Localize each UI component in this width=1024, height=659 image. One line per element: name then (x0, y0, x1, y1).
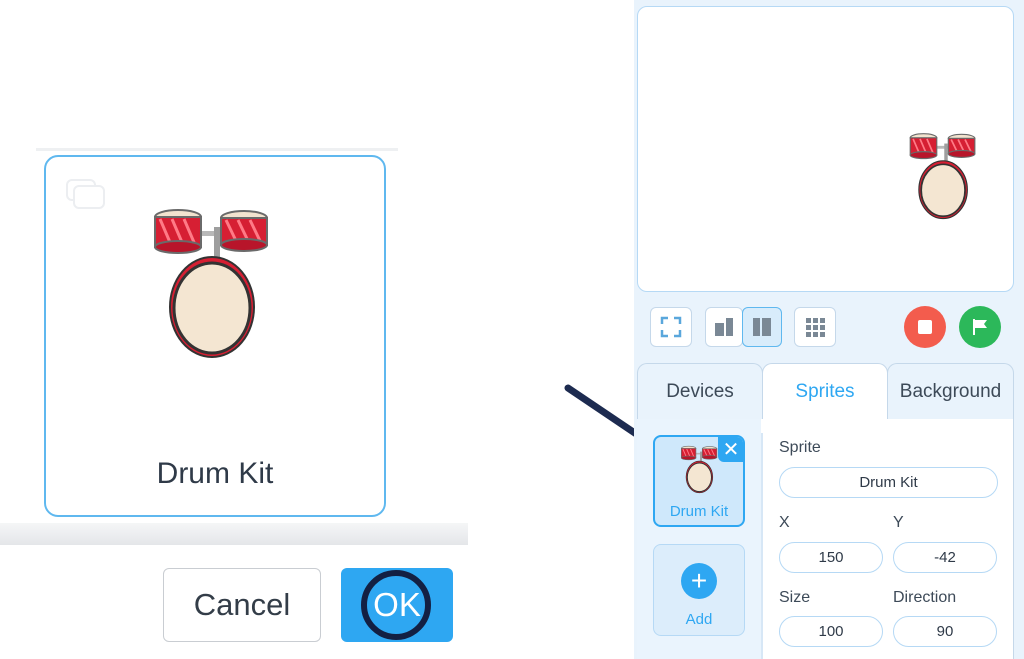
x-field[interactable]: 150 (779, 542, 883, 573)
large-stage-icon (753, 318, 771, 336)
add-icon: + (681, 563, 717, 599)
y-label: Y (893, 514, 904, 531)
stop-button[interactable] (904, 306, 946, 348)
fullscreen-button[interactable] (650, 307, 692, 347)
sprite-name-label: Sprite (779, 439, 821, 456)
delete-sprite-icon[interactable]: ✕ (718, 437, 743, 462)
stage[interactable] (637, 6, 1014, 292)
flag-icon (973, 319, 987, 335)
dialog-top-edge (36, 148, 398, 151)
drum-kit-thumbnail (681, 445, 721, 495)
direction-label: Direction (893, 589, 957, 606)
sprite-card-drum-kit[interactable]: Drum Kit (44, 155, 386, 517)
divider (761, 433, 763, 659)
direction-field[interactable]: 90 (893, 616, 997, 647)
grid-view-button[interactable] (794, 307, 836, 347)
fullscreen-icon (660, 316, 682, 338)
grid-icon (806, 318, 825, 337)
drum-kit-image (154, 207, 280, 363)
x-label: X (779, 514, 790, 531)
green-flag-button[interactable] (959, 306, 1001, 348)
small-stage-button[interactable] (705, 307, 743, 347)
y-field[interactable]: -42 (893, 542, 997, 573)
tab-sprites[interactable]: Sprites (762, 363, 888, 420)
small-stage-icon (715, 318, 733, 336)
duplicate-icon (66, 179, 105, 209)
dialog-footer-divider (0, 523, 468, 545)
stop-icon (918, 320, 932, 334)
tab-devices[interactable]: Devices (637, 363, 763, 420)
sprite-tile-label: Drum Kit (669, 503, 729, 520)
sprite-name-field[interactable]: Drum Kit (779, 467, 998, 498)
panel-tabs: Devices Sprites Background (637, 363, 1014, 420)
add-sprite-button[interactable]: + Add (653, 544, 745, 636)
size-field[interactable]: 100 (779, 616, 883, 647)
cancel-button[interactable]: Cancel (163, 568, 321, 642)
sprite-tile-drum-kit[interactable]: ✕ Drum Kit (653, 435, 745, 527)
large-stage-button[interactable] (742, 307, 782, 347)
tab-background[interactable]: Background (887, 363, 1014, 420)
size-label: Size (779, 589, 811, 606)
ok-highlight-ring (361, 570, 431, 640)
add-label: Add (685, 611, 713, 628)
sprite-card-label: Drum Kit (156, 457, 274, 490)
stage-drum-kit-sprite[interactable] (908, 132, 984, 222)
